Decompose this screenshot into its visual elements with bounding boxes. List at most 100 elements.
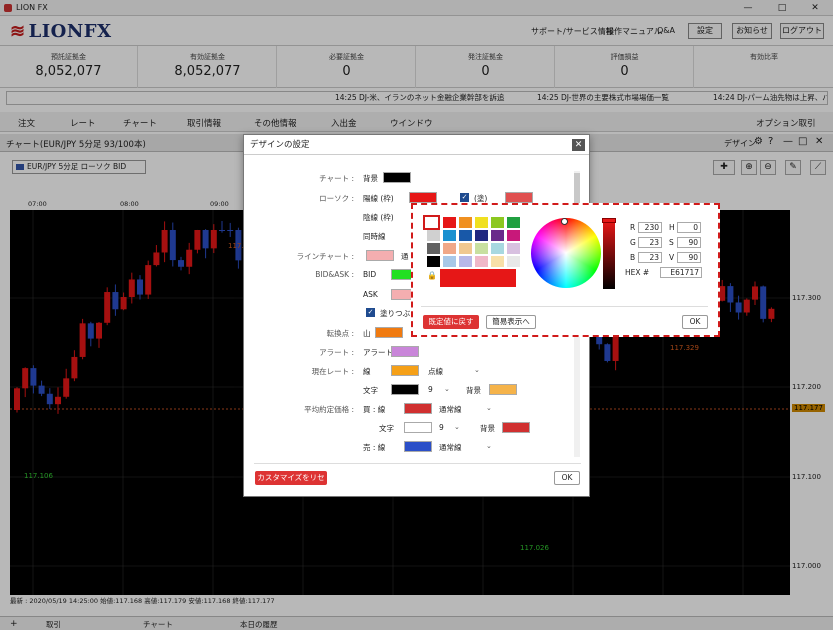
menu-option[interactable]: オプション取引 bbox=[756, 117, 816, 129]
color-wheel[interactable] bbox=[531, 218, 601, 288]
palette-color[interactable] bbox=[443, 243, 456, 254]
tab-chart[interactable]: チャート bbox=[143, 619, 173, 630]
palette-color[interactable] bbox=[491, 256, 504, 267]
minimize-button[interactable]: — bbox=[736, 1, 760, 15]
palette-color[interactable] bbox=[459, 256, 472, 267]
lock-icon[interactable]: 🔒 bbox=[427, 271, 437, 280]
palette-color[interactable] bbox=[491, 230, 504, 241]
value-slider[interactable] bbox=[602, 218, 616, 289]
close-window-button[interactable]: ✕ bbox=[803, 1, 827, 15]
gear-icon[interactable]: ⚙ bbox=[754, 136, 763, 147]
text2-swatch[interactable] bbox=[404, 422, 432, 433]
s-input[interactable]: 90 bbox=[677, 237, 701, 248]
news-ticker[interactable]: 14:25 DJ-米、イランのネット金融企業幹部を訴追 14:25 DJ-世界の… bbox=[6, 91, 828, 105]
reset-customize-button[interactable]: カスタマイズをリセット bbox=[255, 471, 327, 496]
palette-color[interactable] bbox=[427, 256, 440, 267]
font-size2-select[interactable]: 9 bbox=[439, 423, 444, 432]
manual-link[interactable]: 操作マニュアル bbox=[606, 26, 662, 37]
maximize-button[interactable]: □ bbox=[770, 1, 794, 15]
scrollbar-thumb[interactable] bbox=[574, 173, 580, 207]
palette-color[interactable] bbox=[475, 243, 488, 254]
palette-color[interactable] bbox=[507, 256, 520, 267]
ticker-item[interactable]: 14:25 DJ-米、イランのネット金融企業幹部を訴追 bbox=[335, 92, 504, 104]
design-button[interactable]: デザイン bbox=[724, 138, 756, 149]
chevron-down-icon[interactable]: ⌄ bbox=[444, 385, 450, 393]
menu-trade-info[interactable]: 取引情報 bbox=[187, 117, 221, 129]
dialog-close-button[interactable]: ✕ bbox=[572, 139, 585, 151]
line-chart-swatch[interactable] bbox=[366, 250, 394, 261]
palette-color[interactable] bbox=[459, 243, 472, 254]
buy-line-swatch[interactable] bbox=[404, 403, 432, 414]
crosshair-button[interactable]: ✚ bbox=[713, 160, 735, 175]
palette-color[interactable] bbox=[491, 217, 504, 228]
yang-frame-swatch[interactable] bbox=[409, 192, 437, 203]
support-link[interactable]: サポート/サービス情報 bbox=[531, 26, 614, 37]
chevron-down-icon[interactable]: ⌄ bbox=[486, 442, 492, 450]
maximize-chart-icon[interactable]: □ bbox=[798, 136, 807, 147]
palette-color[interactable] bbox=[475, 230, 488, 241]
close-chart-icon[interactable]: ✕ bbox=[815, 136, 823, 147]
qa-link[interactable]: Q&A bbox=[657, 26, 675, 35]
menu-window[interactable]: ウインドウ bbox=[390, 117, 433, 129]
symbol-select[interactable]: EUR/JPY 5分足 ローソク BID bbox=[12, 160, 146, 174]
trend-line-icon[interactable]: ⟋ bbox=[810, 160, 826, 175]
palette-color[interactable] bbox=[427, 243, 440, 254]
palette-color[interactable] bbox=[507, 230, 520, 241]
palette-color[interactable] bbox=[475, 217, 488, 228]
add-tab-icon[interactable]: + bbox=[10, 619, 18, 629]
palette-color[interactable] bbox=[507, 243, 520, 254]
buy-line-style-select[interactable]: 通常線 bbox=[439, 404, 462, 415]
palette-color[interactable] bbox=[443, 230, 456, 241]
g-input[interactable]: 23 bbox=[638, 237, 662, 248]
tab-history[interactable]: 本日の履歴 bbox=[240, 619, 278, 630]
palette-color[interactable] bbox=[507, 217, 520, 228]
fill-checkbox[interactable]: ✓ bbox=[460, 193, 469, 202]
restore-default-button[interactable]: 既定値に戻す bbox=[423, 315, 479, 329]
palette-color[interactable] bbox=[443, 217, 456, 228]
pencil-icon[interactable]: ✎ bbox=[785, 160, 801, 175]
news-button[interactable]: お知らせ bbox=[732, 23, 772, 39]
menu-deposit[interactable]: 入出金 bbox=[331, 117, 357, 129]
current-line-swatch[interactable] bbox=[391, 365, 419, 376]
palette-color[interactable] bbox=[443, 256, 456, 267]
palette-color[interactable] bbox=[475, 256, 488, 267]
zoom-out-icon[interactable]: ⊖ bbox=[760, 160, 776, 175]
wheel-knob[interactable] bbox=[561, 218, 568, 225]
chevron-down-icon[interactable]: ⌄ bbox=[474, 366, 480, 374]
value-slider-handle[interactable] bbox=[602, 218, 616, 223]
zoom-in-icon[interactable]: ⊕ bbox=[741, 160, 757, 175]
menu-chart[interactable]: チャート bbox=[123, 117, 157, 129]
settings-button[interactable]: 設定 bbox=[688, 23, 722, 39]
sell-line-style-select[interactable]: 通常線 bbox=[439, 442, 462, 453]
fill-area-checkbox[interactable]: ✓ bbox=[366, 308, 375, 317]
tab-trade[interactable]: 取引 bbox=[46, 619, 61, 630]
minimize-chart-icon[interactable]: — bbox=[783, 136, 793, 147]
line-style-select[interactable]: 点線 bbox=[428, 366, 443, 377]
bg2-swatch[interactable] bbox=[502, 422, 530, 433]
hex-input[interactable]: E61717 bbox=[660, 267, 702, 278]
palette-color[interactable] bbox=[427, 230, 440, 241]
bg-color-swatch[interactable] bbox=[489, 384, 517, 395]
simple-view-button[interactable]: 簡易表示へ bbox=[486, 315, 536, 329]
chevron-down-icon[interactable]: ⌄ bbox=[486, 404, 492, 412]
chart-bg-swatch[interactable] bbox=[383, 172, 411, 183]
dialog-ok-button[interactable]: OK bbox=[554, 471, 580, 485]
b-input[interactable]: 23 bbox=[638, 252, 662, 263]
mountain-swatch[interactable] bbox=[375, 327, 403, 338]
palette-color[interactable] bbox=[459, 230, 472, 241]
ticker-item[interactable]: 14:24 DJ-パーム油先物は上昇、バイア bbox=[713, 92, 827, 104]
sell-line-swatch[interactable] bbox=[404, 441, 432, 452]
palette-color[interactable] bbox=[459, 217, 472, 228]
yang-fill-swatch[interactable] bbox=[505, 192, 533, 203]
picker-ok-button[interactable]: OK bbox=[682, 315, 708, 329]
palette-color[interactable] bbox=[491, 243, 504, 254]
v-input[interactable]: 90 bbox=[677, 252, 701, 263]
logout-button[interactable]: ログアウト bbox=[780, 23, 824, 39]
help-icon[interactable]: ? bbox=[768, 136, 773, 147]
h-input[interactable]: 0 bbox=[677, 222, 701, 233]
r-input[interactable]: 230 bbox=[638, 222, 662, 233]
alert-swatch[interactable] bbox=[391, 346, 419, 357]
menu-rate[interactable]: レート bbox=[70, 117, 96, 129]
ticker-item[interactable]: 14:25 DJ-世界の主要株式市場場価一覧 bbox=[537, 92, 669, 104]
font-size-select[interactable]: 9 bbox=[428, 385, 433, 394]
